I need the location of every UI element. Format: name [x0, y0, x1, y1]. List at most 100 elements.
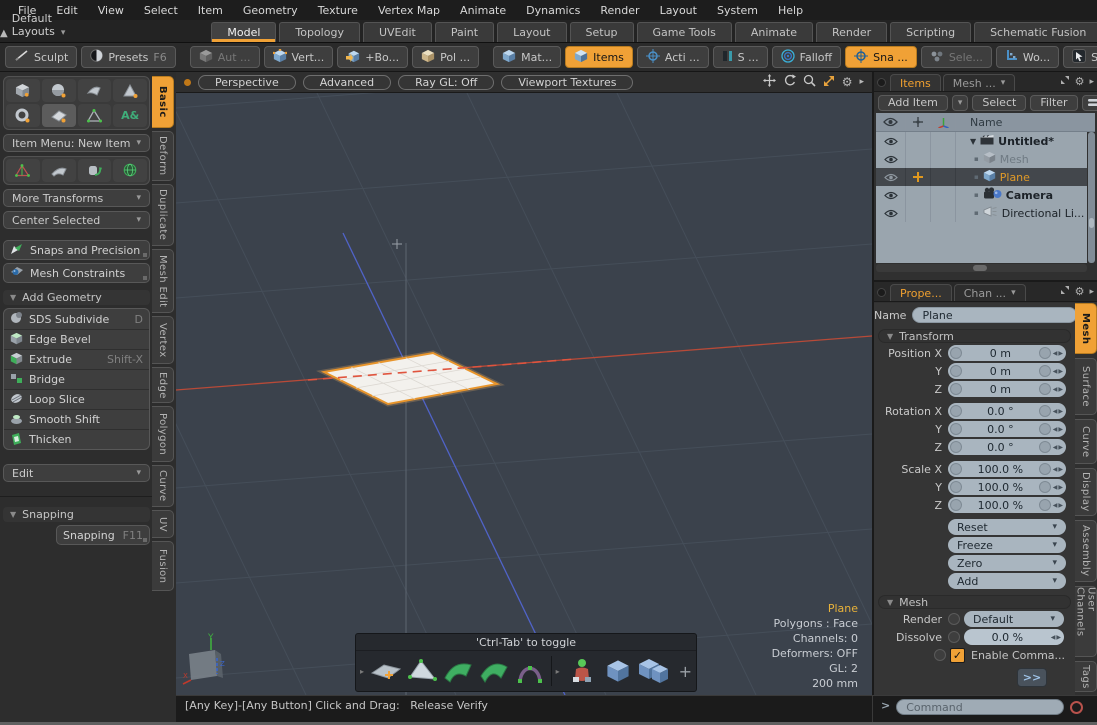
pan-icon[interactable]: [763, 74, 776, 90]
scale-y-field[interactable]: 100.0 %◀▶: [948, 479, 1066, 495]
visibility-eye-icon[interactable]: [876, 204, 906, 222]
panel-resize-icon[interactable]: [1060, 75, 1070, 88]
falloff-button[interactable]: Falloff: [772, 46, 841, 68]
layout-up-icon[interactable]: ▲: [0, 28, 8, 42]
scrollbar-thumb[interactable]: [1089, 218, 1094, 228]
channel-knob-icon[interactable]: [948, 631, 960, 643]
popout-handle[interactable]: [143, 276, 147, 280]
action-center-button[interactable]: Acti ...: [637, 46, 709, 68]
perspective-view-button[interactable]: Perspective: [198, 75, 296, 90]
popout-handle[interactable]: [143, 538, 147, 542]
snapping-section-header[interactable]: ▼Snapping: [3, 507, 150, 522]
select-button[interactable]: Select: [972, 95, 1026, 111]
add-item-button[interactable]: Add Item: [878, 95, 948, 111]
channel-knob-icon[interactable]: [1039, 423, 1051, 435]
smooth-shift-button[interactable]: Smooth Shift: [4, 409, 149, 429]
tab-mesh-list[interactable]: Mesh ...▾: [943, 74, 1015, 91]
toolbox-tab-deform[interactable]: Deform: [152, 131, 174, 181]
toolbox-tab-mesh-edit[interactable]: Mesh Edit: [152, 249, 174, 313]
panel-thumb-icon[interactable]: [877, 288, 886, 297]
record-macro-icon[interactable]: [1070, 701, 1083, 714]
render-dropdown[interactable]: Default▾: [964, 611, 1064, 627]
channel-knob-icon[interactable]: [948, 613, 960, 625]
popout-handle[interactable]: [143, 253, 147, 257]
channel-knob-icon[interactable]: [950, 365, 962, 377]
props-tab-display[interactable]: Display: [1075, 468, 1097, 516]
value-stepper[interactable]: ◀▶: [1053, 368, 1066, 375]
freeze-dropdown[interactable]: Freeze▾: [948, 537, 1066, 553]
more-options-button[interactable]: >>: [1017, 668, 1047, 687]
axis-gizmo[interactable]: Y X Z: [181, 632, 227, 689]
menu-system[interactable]: System: [707, 4, 768, 17]
value-stepper[interactable]: ◀▶: [1053, 466, 1066, 473]
scale-z-field[interactable]: 100.0 %◀▶: [948, 497, 1066, 513]
polygons-mode-button[interactable]: Pol ...: [412, 46, 479, 68]
filter-button[interactable]: Filter: [1030, 95, 1077, 111]
tab-uvedit[interactable]: UVEdit: [363, 22, 432, 42]
zero-dropdown[interactable]: Zero▾: [948, 555, 1066, 571]
sphere-primitive-button[interactable]: [42, 79, 76, 102]
toolbox-tab-edge[interactable]: Edge: [152, 367, 174, 403]
tab-scripting[interactable]: Scripting: [890, 22, 971, 42]
center-selected-dropdown[interactable]: Center Selected▾: [3, 211, 150, 229]
rotation-z-field[interactable]: 0.0 °◀▶: [948, 439, 1066, 455]
tab-model[interactable]: Model: [211, 22, 276, 42]
barrel-tool-button[interactable]: [78, 159, 112, 182]
item-name-input[interactable]: [912, 307, 1077, 323]
visibility-eye-icon[interactable]: [876, 150, 906, 168]
axis-column-header[interactable]: [931, 113, 956, 131]
tool-cube-icon[interactable]: [601, 654, 635, 688]
tool-figure-icon[interactable]: [565, 654, 599, 688]
tab-paint[interactable]: Paint: [435, 22, 494, 42]
tab-animate[interactable]: Animate: [735, 22, 813, 42]
tool-cube-array-icon[interactable]: [637, 654, 671, 688]
channel-knob-icon[interactable]: [950, 423, 962, 435]
viewport-rotation-dot-icon[interactable]: [184, 79, 191, 86]
snaps-precision-button[interactable]: Snaps and Precision: [3, 240, 150, 260]
value-stepper[interactable]: ◀▶: [1053, 426, 1066, 433]
reset-dropdown[interactable]: Reset▾: [948, 519, 1066, 535]
visibility-eye-icon[interactable]: [876, 186, 906, 204]
value-stepper[interactable]: ◀▶: [1053, 386, 1066, 393]
value-stepper[interactable]: ◀▶: [1053, 444, 1066, 451]
visibility-eye-icon[interactable]: [876, 168, 906, 186]
props-tab-surface[interactable]: Surface: [1075, 358, 1097, 415]
snapping-popover-button[interactable]: Snapping F11: [56, 525, 150, 545]
torus-primitive-button[interactable]: [6, 104, 40, 127]
tool-plane-icon[interactable]: [370, 654, 404, 688]
menu-animate[interactable]: Animate: [450, 4, 516, 17]
item-row-untitled[interactable]: ▼ Untitled*: [876, 132, 1087, 150]
rotation-x-field[interactable]: 0.0 °◀▶: [948, 403, 1066, 419]
tab-topology[interactable]: Topology: [279, 22, 360, 42]
loop-slice-button[interactable]: Loop Slice: [4, 389, 149, 409]
sculpt-button[interactable]: Sculpt: [5, 46, 77, 68]
tab-render[interactable]: Render: [816, 22, 887, 42]
center-flag-icon[interactable]: [906, 168, 931, 186]
layout-selector[interactable]: Default Layouts▾: [8, 12, 72, 42]
channel-knob-icon[interactable]: [1039, 365, 1051, 377]
extrude-button[interactable]: ExtrudeShift-X: [4, 349, 149, 369]
item-list-horizontal-scrollbar[interactable]: [876, 264, 1087, 272]
cone-primitive-button[interactable]: [113, 79, 147, 102]
props-tab-mesh[interactable]: Mesh: [1075, 303, 1097, 354]
vertices-mode-button[interactable]: Vert...: [264, 46, 334, 68]
add-dropdown[interactable]: Add▾: [948, 573, 1066, 589]
value-stepper[interactable]: ◀▶: [1051, 634, 1064, 641]
item-list-vertical-scrollbar[interactable]: [1088, 132, 1095, 263]
sds-subdivide-button[interactable]: SDS SubdivideD: [4, 309, 149, 329]
mesh-constraints-button[interactable]: Mesh Constraints: [3, 263, 150, 283]
popup-add-icon[interactable]: +: [679, 662, 692, 681]
visibility-column-header[interactable]: [876, 113, 906, 131]
rotation-y-field[interactable]: 0.0 °◀▶: [948, 421, 1066, 437]
selection-sets-button[interactable]: Sel ...: [1063, 46, 1097, 68]
thicken-button[interactable]: Thicken: [4, 429, 149, 449]
item-menu-dropdown[interactable]: Item Menu: New Item▾: [3, 134, 150, 152]
panel-expand-icon[interactable]: ▸: [1089, 287, 1094, 297]
bend-tool-button[interactable]: [42, 159, 76, 182]
channel-knob-icon[interactable]: [1039, 499, 1051, 511]
viewport-scene[interactable]: [176, 93, 872, 695]
position-x-field[interactable]: 0 m◀▶: [948, 345, 1066, 361]
item-row-plane-selected[interactable]: ▪ Plane: [876, 168, 1087, 186]
tab-setup[interactable]: Setup: [570, 22, 634, 42]
menu-vertex-map[interactable]: Vertex Map: [368, 4, 450, 17]
